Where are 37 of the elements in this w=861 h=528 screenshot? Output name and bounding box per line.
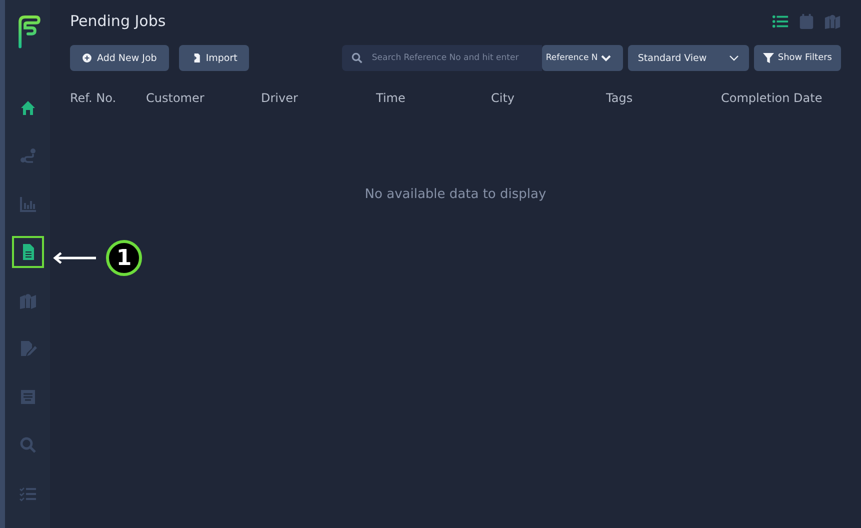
column-header: Ref. No.	[70, 91, 118, 105]
column-header: Customer	[146, 91, 206, 105]
home-icon	[18, 98, 37, 117]
column-header: Tags	[606, 91, 634, 105]
plus-icon	[82, 53, 92, 63]
add-button[interactable]: Add New Job	[70, 45, 169, 71]
view-toggle[interactable]	[824, 12, 841, 30]
caret-icon	[728, 53, 739, 63]
callout-number: 1	[106, 240, 142, 276]
view-toggle[interactable]	[798, 12, 815, 30]
list-icon	[772, 12, 789, 30]
import-button[interactable]: Import	[178, 45, 250, 71]
search-icon	[18, 436, 37, 454]
form-icon	[18, 388, 37, 406]
map-icon	[824, 12, 841, 30]
calendar-icon	[798, 12, 815, 30]
empty-message: No available data to display	[364, 187, 546, 202]
column-header: Driver	[261, 91, 299, 105]
column-header: Time	[376, 91, 406, 105]
checklist-icon	[18, 484, 37, 503]
map-icon	[18, 292, 37, 310]
search-icon	[350, 52, 363, 64]
search-field-dropdown[interactable]: Reference N	[542, 45, 623, 71]
view-toggle[interactable]	[772, 12, 789, 30]
search-field[interactable]: Search Reference No and hit enter	[342, 45, 542, 71]
column-header: Completion Date	[721, 91, 824, 105]
bar-chart-icon	[18, 195, 37, 214]
column-header: City	[491, 91, 516, 105]
show-filters-button[interactable]: Show Filters	[754, 45, 841, 71]
filter-icon	[762, 52, 774, 64]
arrow-icon	[52, 252, 98, 264]
view-dropdown[interactable]: Standard View	[628, 45, 749, 71]
page-title: Pending Jobs	[70, 12, 166, 30]
sidebar-item[interactable]	[14, 238, 42, 266]
route-icon	[18, 146, 37, 165]
caret-icon	[600, 53, 611, 63]
signature-icon	[18, 340, 37, 358]
